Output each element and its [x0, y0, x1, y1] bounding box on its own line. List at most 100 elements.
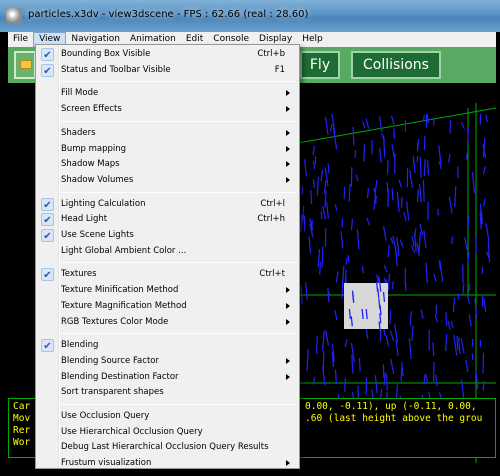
particle-streak [468, 314, 472, 327]
particle-streak [422, 115, 425, 122]
menu-item-sort-transparent-shapes[interactable]: Sort transparent shapes [38, 385, 297, 401]
submenu-arrow-icon [286, 161, 290, 168]
menu-item-textures[interactable]: ✔ Textures Ctrl+t [38, 267, 297, 283]
submenu-arrow-icon [286, 357, 290, 364]
particle-streak [408, 338, 412, 360]
particle-streak [445, 333, 448, 352]
menu-item-rgb-textures-color-mode[interactable]: RGB Textures Color Mode [38, 315, 297, 331]
particle-streak [422, 179, 425, 202]
menu-item-bump-mapping[interactable]: Bump mapping [38, 142, 297, 158]
particle-streak [416, 155, 419, 163]
particle-streak [392, 281, 394, 290]
status-line-2: .60 (last height above the grou [305, 413, 483, 424]
particle-streak [483, 298, 487, 313]
particle-streak [485, 223, 490, 241]
menu-item-blending-source-factor[interactable]: Blending Source Factor [38, 354, 297, 370]
menu-separator [61, 191, 295, 193]
checkmark-icon: ✔ [41, 63, 54, 77]
particle-streak [327, 163, 330, 174]
submenu-arrow-icon [286, 106, 290, 113]
particle-streak [454, 185, 457, 208]
submenu-arrow-icon [286, 302, 290, 309]
particle-streak [395, 340, 399, 356]
menu-item-use-occlusion-query[interactable]: Use Occlusion Query [38, 409, 297, 425]
particle-streak [301, 205, 305, 222]
particle-streak [312, 145, 316, 155]
menu-item-frustum-visualization[interactable]: Frustum visualization [38, 456, 297, 472]
particle-streak [426, 113, 430, 124]
menu-item-label: Fill Mode [61, 88, 99, 99]
particle-streak [439, 260, 444, 282]
menu-item-label: Blending Destination Factor [61, 371, 179, 382]
checkmark-icon: ✔ [41, 197, 54, 211]
submenu-arrow-icon [286, 373, 290, 380]
menu-help[interactable]: Help [297, 32, 328, 47]
menu-item-label: Use Scene Lights [61, 230, 134, 240]
particle-streak [379, 147, 382, 163]
particle-streak [362, 121, 366, 129]
menu-item-light-global-ambient-color[interactable]: Light Global Ambient Color ... [38, 244, 297, 260]
menu-item-label: Shadow Maps [61, 159, 120, 170]
menu-separator [61, 404, 295, 405]
menu-item-octree-visualization[interactable]: Octree visualization [38, 472, 297, 476]
particle-streak [354, 150, 357, 159]
menu-item-blending[interactable]: ✔ Blending [38, 338, 297, 354]
menu-item-texture-magnification-method[interactable]: Texture Magnification Method [38, 299, 297, 315]
particle-streak [365, 118, 370, 129]
particle-streak [386, 374, 388, 391]
menu-item-shadow-maps[interactable]: Shadow Maps [38, 157, 297, 173]
submenu-arrow-icon [286, 90, 290, 97]
menu-item-fill-mode[interactable]: Fill Mode [38, 86, 297, 102]
menu-item-shaders[interactable]: Shaders [38, 126, 297, 142]
particle-streak [482, 352, 485, 374]
status-line-2-prefix: Mov [13, 413, 31, 424]
open-button[interactable] [14, 51, 36, 79]
menu-item-label: Debug Last Hierarchical Occlusion Query … [61, 442, 269, 453]
menu-item-use-scene-lights[interactable]: ✔ Use Scene Lights [38, 228, 297, 244]
particle-streak [399, 239, 404, 248]
submenu-arrow-icon [286, 145, 290, 152]
particle-streak [411, 236, 415, 247]
collisions-button[interactable]: Collisions [351, 51, 441, 79]
checkmark-icon: ✔ [41, 268, 54, 282]
particle-streak [468, 283, 471, 291]
particle-streak [419, 184, 422, 203]
particle-streak [434, 374, 438, 387]
menu-item-shadow-volumes[interactable]: Shadow Volumes [38, 173, 297, 189]
particle-streak [390, 358, 395, 375]
menu-file[interactable]: File [8, 32, 33, 47]
particle-streak [393, 128, 396, 140]
particle-streak [340, 231, 344, 249]
menu-item-use-hierarchical-occlusion-query[interactable]: Use Hierarchical Occlusion Query [38, 425, 297, 441]
menu-item-texture-minification-method[interactable]: Texture Minification Method [38, 283, 297, 299]
menu-item-blending-destination-factor[interactable]: Blending Destination Factor [38, 370, 297, 386]
menu-item-bounding-box-visible[interactable]: ✔ Bounding Box Visible Ctrl+b [38, 47, 297, 63]
particle-streak [448, 196, 453, 214]
particle-streak [466, 151, 468, 160]
particle-streak [406, 201, 410, 221]
fly-button[interactable]: Fly [300, 51, 340, 79]
menu-item-lighting-calculation[interactable]: ✔ Lighting Calculation Ctrl+l [38, 197, 297, 213]
menu-item-head-light[interactable]: ✔ Head Light Ctrl+h [38, 212, 297, 228]
particle-streak [366, 188, 370, 199]
particle-streak [361, 265, 365, 274]
particle-streak [458, 337, 461, 355]
menu-item-label: Use Hierarchical Occlusion Query [61, 426, 203, 437]
bbox-edge [297, 107, 496, 144]
particle-streak [306, 349, 309, 372]
particle-streak [423, 159, 426, 177]
particle-streak [356, 228, 360, 250]
particle-streak [464, 237, 468, 250]
particle-streak [460, 338, 465, 354]
menu-item-label: Texture Magnification Method [61, 300, 187, 311]
particle-streak [400, 362, 403, 382]
particle-streak [416, 189, 419, 203]
menu-item-status-and-toolbar-visible[interactable]: ✔ Status and Toolbar Visible F1 [38, 63, 297, 79]
menu-item-screen-effects[interactable]: Screen Effects [38, 102, 297, 118]
menu-item-debug-last-hierarchical-occlusion-query-results[interactable]: Debug Last Hierarchical Occlusion Query … [38, 440, 297, 456]
particle-streak [434, 314, 439, 323]
particle-streak [409, 311, 412, 326]
particle-streak [445, 311, 448, 327]
menu-item-label: Use Occlusion Query [61, 411, 150, 421]
menu-item-label: Head Light [61, 214, 108, 225]
